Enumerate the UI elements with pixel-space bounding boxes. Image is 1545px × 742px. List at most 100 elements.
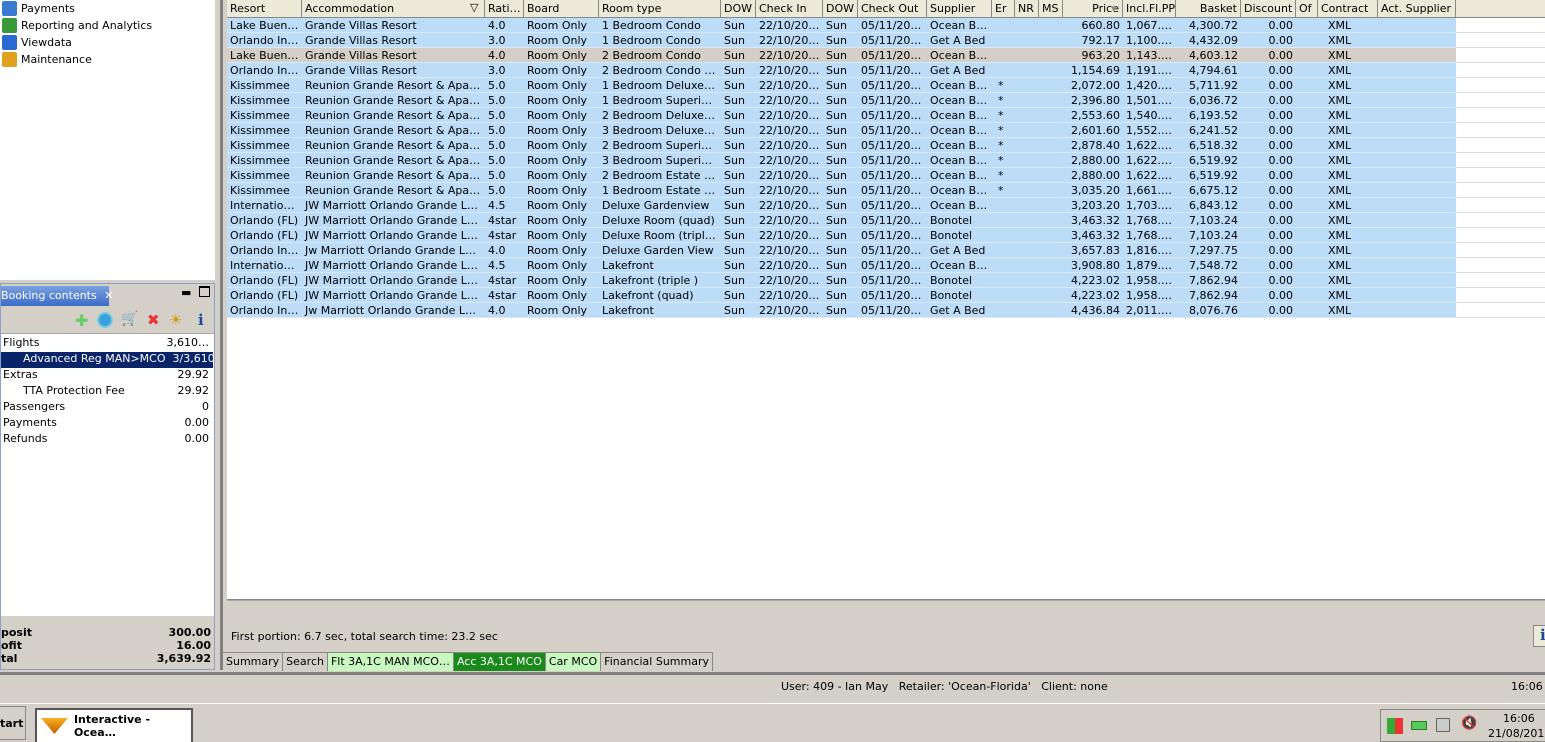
table-row[interactable]: Kissimmee Reunion Grande Resort & Apartm…… [227, 183, 1545, 198]
booking-item-label: TTA Protection Fee [23, 384, 125, 397]
column-header-nr[interactable]: NR [1015, 0, 1039, 18]
cell-of [1296, 169, 1318, 183]
cell-nr [1015, 244, 1039, 258]
table-row[interactable]: Internation… JW Marriott Orlando Grande L… [227, 258, 1545, 273]
column-header-board[interactable]: Board [524, 0, 599, 18]
minimize-icon[interactable]: ▬ [181, 286, 191, 299]
column-header-contract[interactable]: Contract [1318, 0, 1378, 18]
booking-item[interactable]: TTA Protection Fee 29.92 [1, 384, 213, 400]
table-row[interactable]: Orlando Int… Grande Villas Resort 3.0 Room … [227, 33, 1545, 48]
cell-accommodation: Reunion Grande Resort & Apartm… [305, 184, 485, 197]
table-row[interactable]: Kissimmee Reunion Grande Resort & Apartm…… [227, 78, 1545, 93]
start-button[interactable]: tart [0, 706, 26, 740]
table-row[interactable]: Kissimmee Reunion Grande Resort & Apartm…… [227, 168, 1545, 183]
cell-rati: 5.0 [488, 154, 506, 167]
column-header-discount[interactable]: Discount [1241, 0, 1296, 18]
antivirus-icon[interactable] [1387, 718, 1403, 734]
info-icon[interactable]: i [198, 311, 204, 329]
tab-search[interactable]: Search [283, 653, 328, 671]
clock-icon[interactable] [97, 312, 113, 328]
column-header-of[interactable]: Of [1296, 0, 1318, 18]
column-header-er[interactable]: Er [992, 0, 1015, 18]
cell-of [1296, 49, 1318, 63]
nav-item-maintenance[interactable]: Maintenance [2, 51, 92, 68]
cell-er [992, 289, 1015, 303]
taskbar-app-button[interactable]: Interactive - Ocea… [35, 708, 193, 742]
column-header-accommodation[interactable]: Accommodation [302, 0, 485, 18]
table-row[interactable]: Orlando (FL) JW Marriott Orlando Grande L… [227, 228, 1545, 243]
booking-item[interactable]: Passengers 0 [1, 400, 213, 416]
cell-supplier: Ocean B… [930, 124, 988, 137]
booking-item[interactable]: Payments 0.00 [1, 416, 213, 432]
column-header-resort[interactable]: Resort [227, 0, 302, 18]
table-row[interactable]: Orlando (FL) JW Marriott Orlando Grande L… [227, 213, 1545, 228]
cell-rati: 4.5 [488, 199, 506, 212]
column-header-incl-fl-pp[interactable]: Incl.Fl.PP [1123, 0, 1176, 18]
tab-flt-3a-1c-man-mco[interactable]: Flt 3A,1C MAN MCO… [327, 653, 454, 671]
booking-item[interactable]: Flights 3,610… [1, 336, 213, 352]
table-row[interactable]: Orlando Int… Jw Marriott Orlando Grande L… [227, 243, 1545, 258]
column-header-basket[interactable]: Basket [1176, 0, 1241, 18]
delete-icon[interactable]: ✖ [147, 311, 160, 329]
cell-nr [1015, 64, 1039, 78]
sort-desc-icon[interactable]: ▾ [1111, 2, 1117, 15]
column-header-supplier[interactable]: Supplier [927, 0, 992, 18]
column-header-dow[interactable]: DOW [823, 0, 858, 18]
column-header-dow[interactable]: DOW [721, 0, 756, 18]
table-row[interactable]: Kissimmee Reunion Grande Resort & Apartm…… [227, 138, 1545, 153]
cell-rati: 5.0 [488, 169, 506, 182]
booking-item[interactable]: Extras 29.92 [1, 368, 213, 384]
palm-tree-icon[interactable]: ☀ [169, 311, 182, 329]
cell-basket: 6,241.52 [1189, 124, 1238, 137]
cart-icon[interactable]: 🛒 [121, 311, 138, 327]
table-row[interactable]: Orlando (FL) JW Marriott Orlando Grande L… [227, 288, 1545, 303]
cell-discount: 0.00 [1268, 199, 1294, 212]
column-header-rati[interactable]: Rati… [485, 0, 524, 18]
tab-summary[interactable]: Summary [223, 653, 284, 671]
nav-item-viewdata[interactable]: Viewdata [2, 34, 72, 51]
table-row[interactable]: Internation… JW Marriott Orlando Grande L… [227, 198, 1545, 213]
filter-icon[interactable]: ▽ [470, 1, 478, 14]
column-header-check-in[interactable]: Check In [756, 0, 823, 18]
cell-act-supplier [1378, 259, 1456, 273]
cell-resort: Orlando Int… [230, 244, 302, 257]
table-row[interactable]: Kissimmee Reunion Grande Resort & Apartm…… [227, 123, 1545, 138]
booking-contents-tab[interactable]: Booking contents ✕ [1, 286, 113, 306]
close-icon[interactable]: ✕ [104, 289, 113, 302]
network-card-icon[interactable] [1411, 721, 1427, 730]
table-row[interactable]: Kissimmee Reunion Grande Resort & Apartm…… [227, 93, 1545, 108]
cell-rati: 5.0 [488, 124, 506, 137]
table-row[interactable]: Kissimmee Reunion Grande Resort & Apartm…… [227, 108, 1545, 123]
table-row[interactable]: Orlando (FL) JW Marriott Orlando Grande L… [227, 273, 1545, 288]
cell-price: 2,072.00 [1071, 79, 1120, 92]
column-header-check-out[interactable]: Check Out [858, 0, 927, 18]
table-row[interactable]: Orlando Int… Jw Marriott Orlando Grande L… [227, 303, 1545, 318]
tab-acc-3a-1c-mco[interactable]: Acc 3A,1C MCO [453, 653, 546, 671]
tab-financial-summary[interactable]: Financial Summary [601, 653, 713, 671]
cell-check-out: 05/11/2017 [861, 244, 925, 257]
cell-board: Room Only [527, 64, 588, 77]
maximize-icon[interactable] [199, 286, 210, 297]
tab-car-mco[interactable]: Car MCO [545, 653, 602, 671]
table-row[interactable]: Lake Buena… Grande Villas Resort 4.0 Room O… [227, 48, 1545, 63]
column-header-ms[interactable]: MS [1039, 0, 1063, 18]
info-button[interactable]: i [1533, 625, 1545, 647]
nav-item-payments[interactable]: Payments [2, 0, 75, 17]
booking-item[interactable]: Advanced Reg MAN>MCO 3/3,610… [1, 352, 213, 368]
column-header-act-supplier[interactable]: Act. Supplier [1378, 0, 1456, 18]
cell-of [1296, 229, 1318, 243]
cell-supplier: Ocean B… [930, 94, 988, 107]
table-row[interactable]: Kissimmee Reunion Grande Resort & Apartm…… [227, 153, 1545, 168]
booking-contents-panel: Booking contents ✕ ▬ ✚ 🛒 ✖ ☀ i Flights 3,… [0, 283, 215, 670]
add-icon[interactable]: ✚ [75, 311, 88, 330]
column-header-room-type[interactable]: Room type [599, 0, 721, 18]
network-icon[interactable] [1436, 718, 1450, 732]
cell-resort: Kissimmee [230, 154, 290, 167]
clock-time[interactable]: 16:06 [1503, 712, 1535, 725]
volume-muted-icon[interactable]: 🔇 [1461, 716, 1477, 731]
nav-item-reporting-and-analytics[interactable]: Reporting and Analytics [2, 17, 152, 34]
table-row[interactable]: Lake Buena… Grande Villas Resort 4.0 Room O… [227, 18, 1545, 33]
clock-date[interactable]: 21/08/2016 [1488, 727, 1545, 740]
booking-item[interactable]: Refunds 0.00 [1, 432, 213, 448]
table-row[interactable]: Orlando Int… Grande Villas Resort 3.0 Room … [227, 63, 1545, 78]
